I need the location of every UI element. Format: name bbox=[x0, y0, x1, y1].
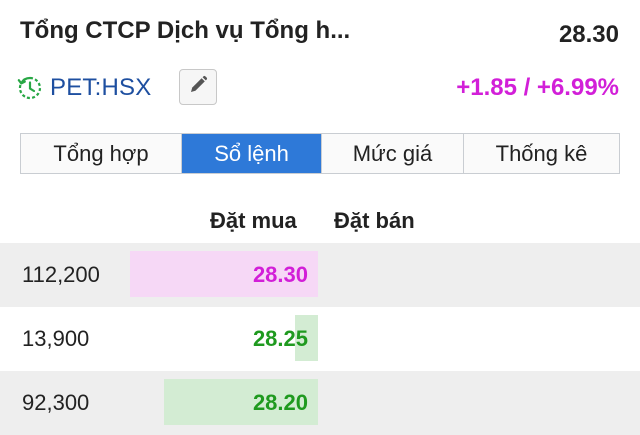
column-header-sell: Đặt bán bbox=[334, 208, 415, 233]
tab-thong-ke[interactable]: Thống kê bbox=[464, 134, 619, 173]
tab-label: Mức giá bbox=[352, 140, 433, 166]
tab-bar: Tổng hợp Sổ lệnh Mức giá Thống kê bbox=[20, 133, 620, 174]
current-price: 28.30 bbox=[558, 21, 619, 48]
tab-label: Thống kê bbox=[495, 140, 588, 166]
tab-muc-gia[interactable]: Mức giá bbox=[322, 134, 464, 173]
price-change: +1.85 / +6.99% bbox=[456, 74, 619, 101]
tab-tong-hop[interactable]: Tổng hợp bbox=[21, 134, 182, 173]
orderbook-row: 112,200 28.30 bbox=[0, 243, 640, 307]
bid-volume: 92,300 bbox=[22, 390, 90, 415]
orderbook-row: 13,900 28.25 bbox=[0, 307, 640, 371]
tab-label: Tổng hợp bbox=[53, 140, 149, 166]
bid-price: 28.25 bbox=[252, 326, 308, 351]
column-header-buy: Đặt mua bbox=[210, 208, 297, 233]
stock-title: Tổng CTCP Dịch vụ Tổng h... bbox=[20, 17, 351, 44]
bid-price: 28.20 bbox=[252, 390, 308, 415]
ticker-symbol: PET:HSX bbox=[50, 74, 152, 101]
orderbook-row: 92,300 28.20 bbox=[0, 371, 640, 435]
tab-label: Sổ lệnh bbox=[214, 140, 289, 166]
clock-icon bbox=[17, 75, 43, 101]
pencil-icon bbox=[188, 75, 208, 100]
bid-price: 28.30 bbox=[252, 262, 308, 287]
bid-volume: 112,200 bbox=[22, 262, 100, 287]
ticker-row: PET:HSX bbox=[17, 70, 151, 106]
tab-so-lenh[interactable]: Sổ lệnh bbox=[182, 134, 322, 173]
edit-button[interactable] bbox=[179, 69, 217, 105]
bid-volume: 13,900 bbox=[22, 326, 90, 351]
